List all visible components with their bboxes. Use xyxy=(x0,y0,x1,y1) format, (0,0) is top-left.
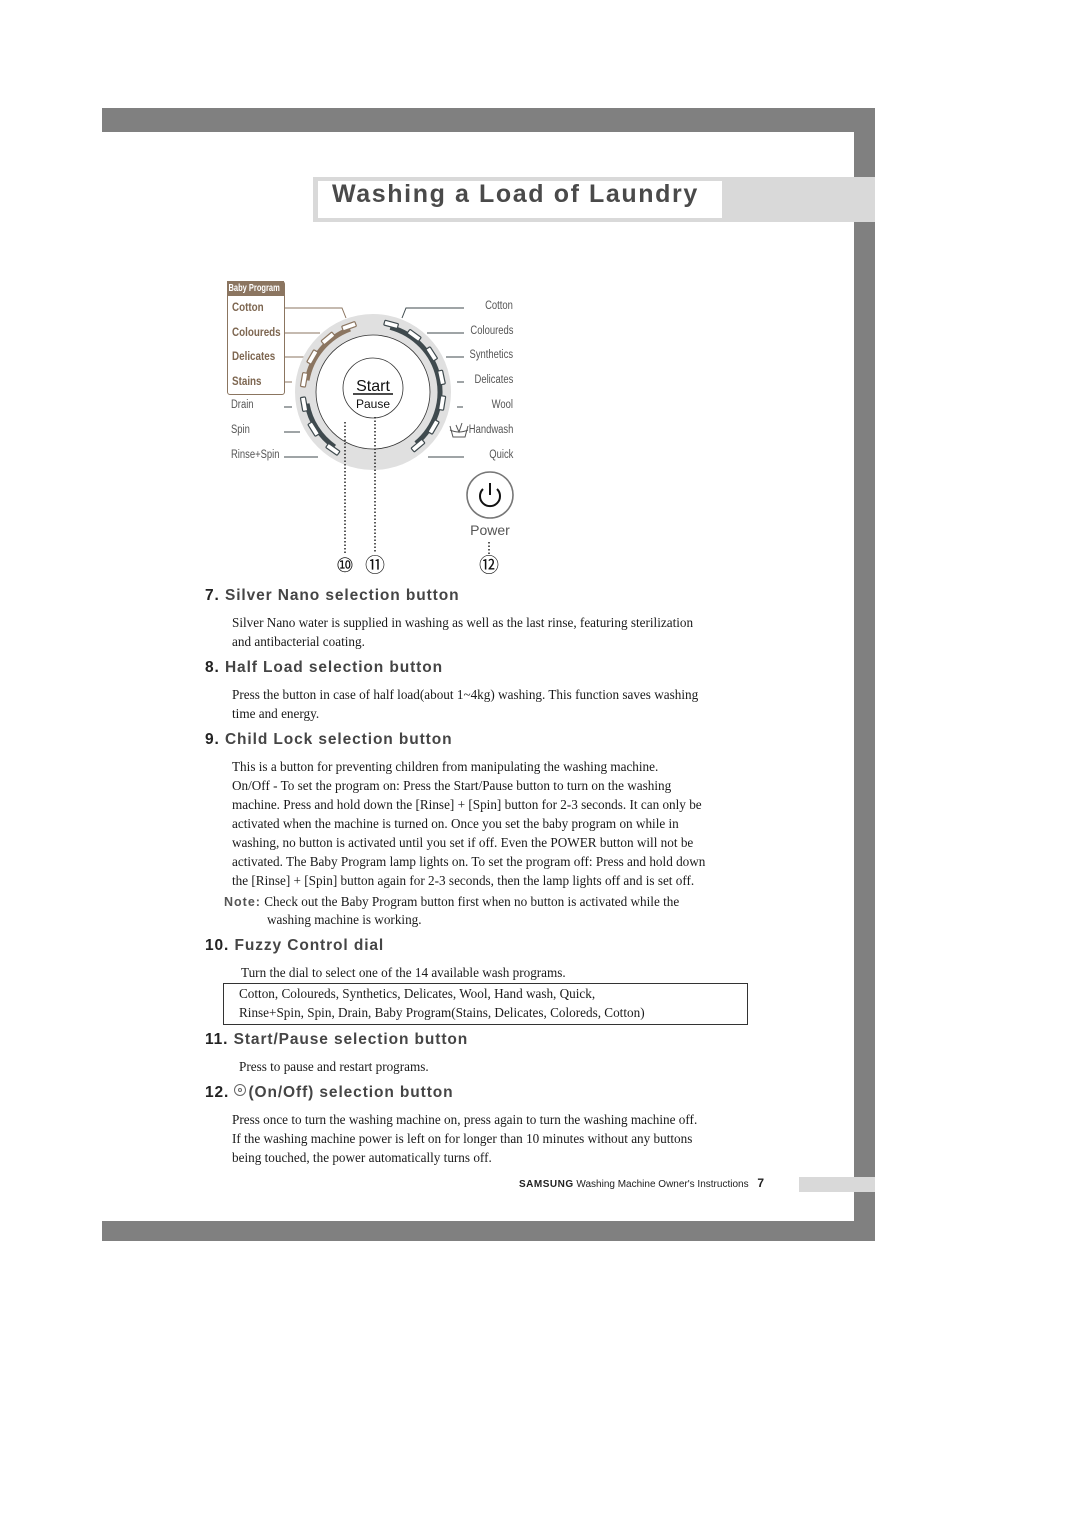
section-10-body: Turn the dial to select one of the 14 av… xyxy=(241,963,566,982)
section-title: (On/Off) selection button xyxy=(248,1084,454,1101)
page-footer: SAMSUNG Washing Machine Owner's Instruct… xyxy=(519,1176,764,1190)
page-frame-bottom-bar xyxy=(102,1221,875,1241)
body-line: Turn the dial to select one of the 14 av… xyxy=(241,965,566,980)
body-line: and antibacterial coating. xyxy=(232,634,365,649)
control-panel-diagram: Start Pause Power ⑩ ⑪ ⑫ Baby Program Cot… xyxy=(220,275,540,585)
note-line: washing machine is working. xyxy=(267,912,422,927)
body-line: On/Off - To set the program on: Press th… xyxy=(232,778,672,793)
callout-12: ⑫ xyxy=(479,553,499,577)
section-number: 9. xyxy=(205,731,220,748)
section-title: Silver Nano selection button xyxy=(224,587,460,604)
power-label: Power xyxy=(470,522,510,538)
program-cotton[interactable]: Cotton xyxy=(485,300,513,312)
section-8-heading: 8. Half Load selection button xyxy=(205,659,443,677)
section-title: Child Lock selection button xyxy=(224,731,453,748)
footer-brand: SAMSUNG xyxy=(519,1179,574,1190)
note-line: Check out the Baby Program button first … xyxy=(264,894,680,909)
leader-line xyxy=(284,307,347,319)
handwash-tub-icon xyxy=(449,422,469,438)
note-label: Note: xyxy=(224,895,261,909)
page-number: 7 xyxy=(757,1176,765,1190)
baby-program-delicates[interactable]: Delicates xyxy=(232,349,275,363)
baby-program-stains[interactable]: Stains xyxy=(232,374,262,388)
leader-line xyxy=(401,307,464,319)
program-list-box: Cotton, Coloureds, Synthetics, Delicates… xyxy=(223,983,748,1025)
program-rinse-spin[interactable]: Rinse+Spin xyxy=(231,449,279,461)
footer-band xyxy=(799,1177,875,1192)
program-delicates[interactable]: Delicates xyxy=(474,374,513,386)
section-number: 7. xyxy=(205,587,220,604)
page-title: Washing a Load of Laundry xyxy=(332,180,699,208)
section-title: Half Load selection button xyxy=(224,659,443,676)
body-line: time and energy. xyxy=(232,706,320,721)
body-line: activated when the machine is turned on.… xyxy=(232,816,679,831)
page-frame-right-bar xyxy=(854,108,875,1241)
section-9-note-cont: washing machine is working. xyxy=(267,910,422,929)
body-line: washing, no button is activated until yo… xyxy=(232,835,694,850)
program-list: Cotton, Coloureds, Synthetics, Delicates… xyxy=(239,984,645,1022)
callout-10: ⑩ xyxy=(336,553,354,577)
on-off-icon xyxy=(234,1084,247,1096)
body-line: being touched, the power automatically t… xyxy=(232,1150,492,1165)
section-7-body: Silver Nano water is supplied in washing… xyxy=(232,613,693,651)
section-10-heading: 10. Fuzzy Control dial xyxy=(205,937,384,955)
program-handwash[interactable]: Handwash xyxy=(468,424,513,436)
section-number: 11. xyxy=(205,1031,229,1048)
section-12-heading: 12. (On/Off) selection button xyxy=(205,1084,454,1102)
body-line: the [Rinse] + [Spin] button again for 2-… xyxy=(232,873,695,888)
baby-program-coloureds[interactable]: Coloureds xyxy=(232,325,281,339)
program-drain[interactable]: Drain xyxy=(231,399,254,411)
body-line: This is a button for preventing children… xyxy=(232,759,659,774)
section-number: 8. xyxy=(205,659,220,676)
page-frame-top-bar xyxy=(102,108,875,132)
body-line: Press the button in case of half load(ab… xyxy=(232,687,699,702)
body-line: Silver Nano water is supplied in washing… xyxy=(232,615,694,630)
program-list-line: Cotton, Coloureds, Synthetics, Delicates… xyxy=(239,986,596,1001)
section-12-body: Press once to turn the washing machine o… xyxy=(232,1110,697,1167)
program-spin[interactable]: Spin xyxy=(231,424,250,436)
section-11-body: Press to pause and restart programs. xyxy=(239,1057,429,1076)
footer-text: Washing Machine Owner's Instructions xyxy=(576,1179,749,1190)
baby-program-cotton[interactable]: Cotton xyxy=(232,300,264,314)
body-line: Press once to turn the washing machine o… xyxy=(232,1112,698,1127)
callout-11: ⑪ xyxy=(365,553,385,577)
section-9-note: Note: Check out the Baby Program button … xyxy=(224,892,679,912)
program-list-line: Rinse+Spin, Spin, Drain, Baby Program(St… xyxy=(239,1005,645,1020)
section-11-heading: 11. Start/Pause selection button xyxy=(205,1031,468,1049)
baby-program-header: Baby Program xyxy=(227,281,284,296)
program-quick[interactable]: Quick xyxy=(489,449,513,461)
body-line: If the washing machine power is left on … xyxy=(232,1131,693,1146)
section-number: 12. xyxy=(205,1084,230,1101)
section-9-heading: 9. Child Lock selection button xyxy=(205,731,452,749)
pause-label: Pause xyxy=(356,397,390,411)
program-coloureds[interactable]: Coloureds xyxy=(470,325,513,337)
program-synthetics[interactable]: Synthetics xyxy=(469,349,513,361)
program-wool[interactable]: Wool xyxy=(492,399,513,411)
section-9-body: This is a button for preventing children… xyxy=(232,757,705,890)
body-line: activated. The Baby Program lamp lights … xyxy=(232,854,706,869)
body-line: Press to pause and restart programs. xyxy=(239,1059,429,1074)
section-7-heading: 7. Silver Nano selection button xyxy=(205,587,459,605)
section-title: Start/Pause selection button xyxy=(233,1031,469,1048)
section-8-body: Press the button in case of half load(ab… xyxy=(232,685,698,723)
section-number: 10. xyxy=(205,937,230,954)
section-title: Fuzzy Control dial xyxy=(234,937,385,954)
start-label: Start xyxy=(356,378,390,395)
body-line: machine. Press and hold down the [Rinse]… xyxy=(232,797,702,812)
